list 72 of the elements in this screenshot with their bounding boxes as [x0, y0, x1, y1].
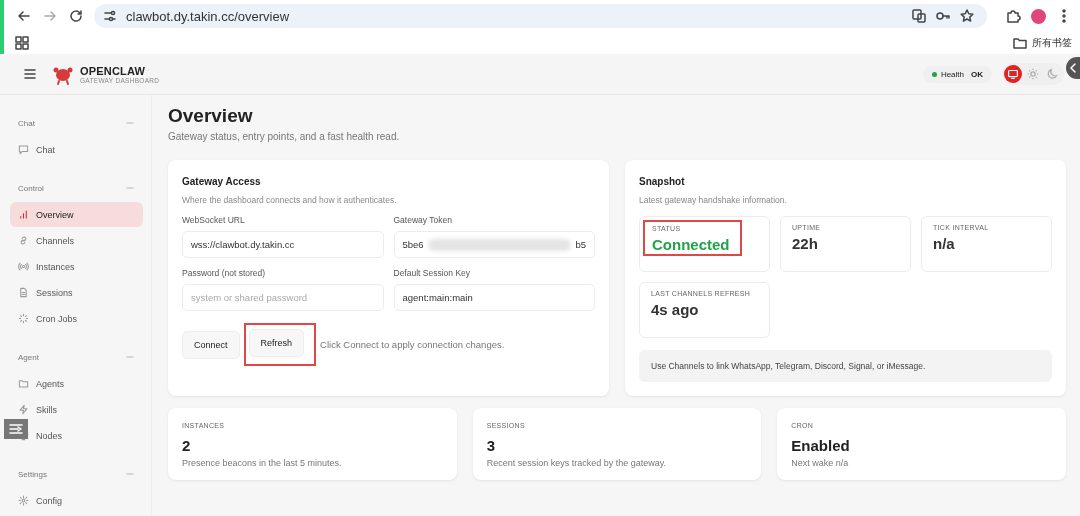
apps-icon[interactable] [14, 35, 30, 51]
nav-item[interactable]: Sessions [10, 280, 143, 305]
nav-item[interactable]: Instances [10, 254, 143, 279]
bar-chart-icon [18, 209, 29, 220]
translate-icon[interactable] [911, 8, 927, 24]
moon-icon [1046, 67, 1060, 81]
chevron-left-icon [1068, 62, 1078, 74]
nav-item[interactable]: Cron Jobs [10, 306, 143, 331]
broadcast-icon [18, 261, 29, 272]
stat-description: Next wake n/a [791, 458, 850, 468]
group-title: Chat [18, 118, 35, 128]
card-subtitle: Latest gateway handshake information. [639, 195, 788, 205]
nav-item[interactable]: Overview [10, 202, 143, 227]
extensions-icon[interactable] [1005, 8, 1021, 24]
stat-description: Recent session keys tracked by the gateway. [486, 458, 668, 468]
bookmarks-folder[interactable]: 所有书签 [1012, 35, 1072, 51]
folder-icon [18, 378, 29, 389]
action-button[interactable]: Connect [182, 330, 240, 359]
nav-item[interactable]: Channels [10, 228, 143, 253]
group-title: Agent [18, 352, 39, 362]
group-title: Control [18, 183, 44, 193]
card-subtitle: Where the dashboard connects and how it authenticates. [182, 195, 398, 205]
stat-value: 22h [792, 235, 819, 252]
settings-icon [18, 495, 29, 506]
health-pill: Health OK [922, 65, 992, 83]
card-title: Snapshot [639, 176, 686, 187]
stat-value: Enabled [791, 437, 851, 454]
group-title: Settings [18, 469, 47, 479]
field-label: Password (not stored) [182, 268, 267, 278]
url-text: clawbot.dy.takin.cc/overview [126, 8, 290, 24]
link-icon [18, 235, 29, 246]
nav-item[interactable]: Chat [10, 137, 143, 162]
field-label: Default Session Key [393, 268, 472, 278]
page-title: Overview [168, 105, 254, 127]
field-label: Gateway Token [393, 215, 453, 225]
card-title: Gateway Access [182, 176, 262, 187]
nav-item[interactable]: Nodes [10, 423, 143, 448]
chat-icon [18, 144, 29, 155]
hint-text: Click Connect to apply connection changes. [320, 339, 505, 350]
stat-value: 4s ago [651, 301, 700, 318]
stat-value: 2 [182, 437, 192, 454]
loader-icon [18, 313, 29, 324]
stat-value: 3 [486, 437, 496, 454]
info-note: Use Channels to link WhatsApp, Telegram, Discord, Signal, or iMessage. [639, 350, 1052, 382]
field-label: WebSocket URL [182, 215, 246, 225]
collapse-tab[interactable] [1066, 57, 1080, 79]
input-field[interactable]: wss://clawbot.dy.takin.cc [182, 231, 384, 258]
lightning-icon [18, 404, 29, 415]
sun-icon [1026, 67, 1040, 81]
list-arrow-icon [8, 421, 24, 437]
stat-description: Presence beacons in the last 5 minutes. [182, 458, 343, 468]
input-field[interactable]: 5be6 b5 [393, 231, 595, 258]
action-button[interactable]: Refresh [248, 329, 305, 357]
page-subtitle: Gateway status, entry points, and a fast health read. [168, 131, 401, 142]
address-bar[interactable]: clawbot.dy.takin.cc/overview [94, 4, 987, 28]
star-icon[interactable] [959, 8, 975, 24]
nav-item[interactable]: Config [10, 488, 143, 513]
floating-menu[interactable] [4, 419, 28, 439]
status-dot [931, 71, 937, 77]
stat-value: Connected [652, 236, 730, 253]
site-settings-icon[interactable] [102, 8, 118, 24]
folder-icon [1012, 35, 1028, 51]
menu-icon[interactable] [22, 66, 38, 82]
brand-name: OPENCLAW [80, 64, 147, 77]
back-icon[interactable] [16, 8, 32, 24]
nav-item[interactable]: Skills [10, 397, 143, 422]
profile-avatar[interactable] [1031, 8, 1046, 24]
stat-value: n/a [933, 235, 956, 252]
nav-item[interactable]: Agents [10, 371, 143, 396]
input-field[interactable]: agent:main:main [393, 284, 595, 311]
document-icon [18, 287, 29, 298]
reload-icon[interactable] [68, 8, 84, 24]
